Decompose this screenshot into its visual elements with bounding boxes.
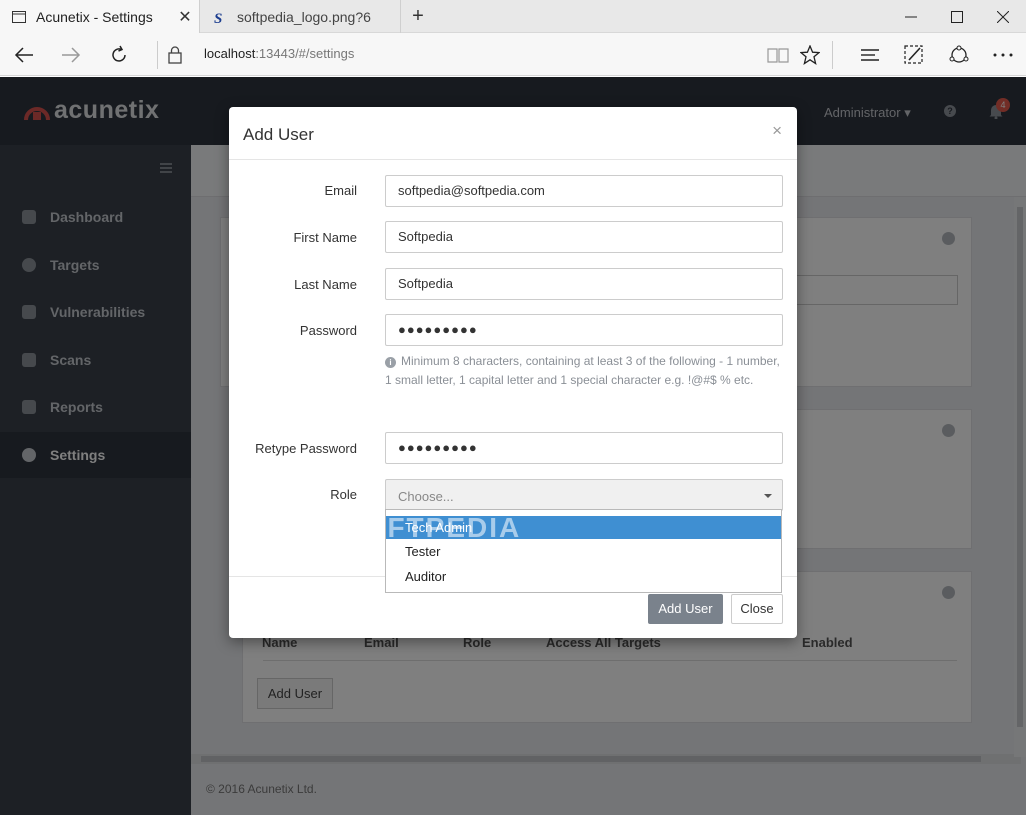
url-path: :13443/#/settings [255,46,355,61]
tab-title: softpedia_logo.png?6 [237,8,371,25]
pen-note-icon [904,45,923,64]
share-button[interactable] [943,39,975,71]
last-name-label: Last Name [294,277,357,292]
favorite-button[interactable] [794,39,826,71]
forward-button[interactable] [55,39,87,71]
password-field[interactable]: ●●●●●●●●● [385,314,783,346]
app-viewport: acunetix Administrator ▾ ? 4 Dashboard T… [0,77,1026,815]
browser-tab-active[interactable]: Acunetix - Settings ✕ [0,0,200,33]
web-note-button[interactable] [898,39,930,71]
minimize-icon [905,16,917,17]
divider [157,41,158,69]
password-label: Password [299,323,357,338]
url-host: localhost [204,46,256,61]
modal-header: Add User × [229,107,797,160]
star-icon [800,45,820,65]
svg-text:S: S [214,11,222,24]
browser-tab-bar: Acunetix - Settings ✕ S softpedia_logo.p… [0,0,1026,33]
retype-password-field[interactable]: ●●●●●●●●● [385,432,783,464]
hub-button[interactable] [854,39,886,71]
close-icon[interactable]: × [772,121,782,141]
first-name-field[interactable]: Softpedia [385,221,783,253]
add-user-button[interactable]: Add User [648,594,723,624]
close-icon [997,10,1009,23]
role-select[interactable]: Choose... [385,479,783,511]
password-hint: i Minimum 8 characters, containing at lea… [385,352,785,390]
more-dots-icon [993,53,1013,57]
role-select-placeholder: Choose... [398,489,454,504]
reading-view-button[interactable] [762,39,794,71]
more-button[interactable] [987,39,1019,71]
url-text[interactable]: localhost:13443/#/settings [204,46,354,61]
page-icon [12,10,26,23]
browser-tab-inactive[interactable]: S softpedia_logo.png?6 [201,0,401,33]
chevron-down-icon [764,494,772,498]
password-hint-text: Minimum 8 characters, containing at leas… [385,354,780,387]
arrow-right-icon [62,47,81,63]
first-name-label: First Name [293,230,357,245]
new-tab-button[interactable]: + [404,0,432,33]
refresh-button[interactable] [103,39,135,71]
close-tab-icon[interactable]: ✕ [171,7,199,27]
divider [832,41,833,69]
back-button[interactable] [8,39,40,71]
email-field[interactable]: softpedia@softpedia.com [385,175,783,207]
share-icon [949,45,969,63]
role-label: Role [330,487,357,502]
address-bar: localhost:13443/#/settings [0,33,1026,76]
email-label: Email [324,183,357,198]
book-icon [767,48,789,63]
lock-icon [168,46,182,64]
maximize-icon [951,10,963,23]
last-name-field[interactable]: Softpedia [385,268,783,300]
minimize-button[interactable] [888,0,934,33]
arrow-left-icon [14,47,33,63]
retype-password-label: Retype Password [255,441,357,456]
role-option-auditor[interactable]: Auditor [386,565,781,588]
refresh-icon [112,45,126,62]
tab-title: Acunetix - Settings [36,8,153,25]
close-button[interactable]: Close [731,594,783,624]
maximize-button[interactable] [934,0,980,33]
modal-title: Add User [243,125,314,144]
softpedia-favicon-icon: S [214,11,222,24]
close-window-button[interactable] [980,0,1026,33]
hub-icon [861,49,879,61]
softpedia-watermark: SOFTPEDIA [343,512,522,543]
info-icon: i [385,357,396,368]
